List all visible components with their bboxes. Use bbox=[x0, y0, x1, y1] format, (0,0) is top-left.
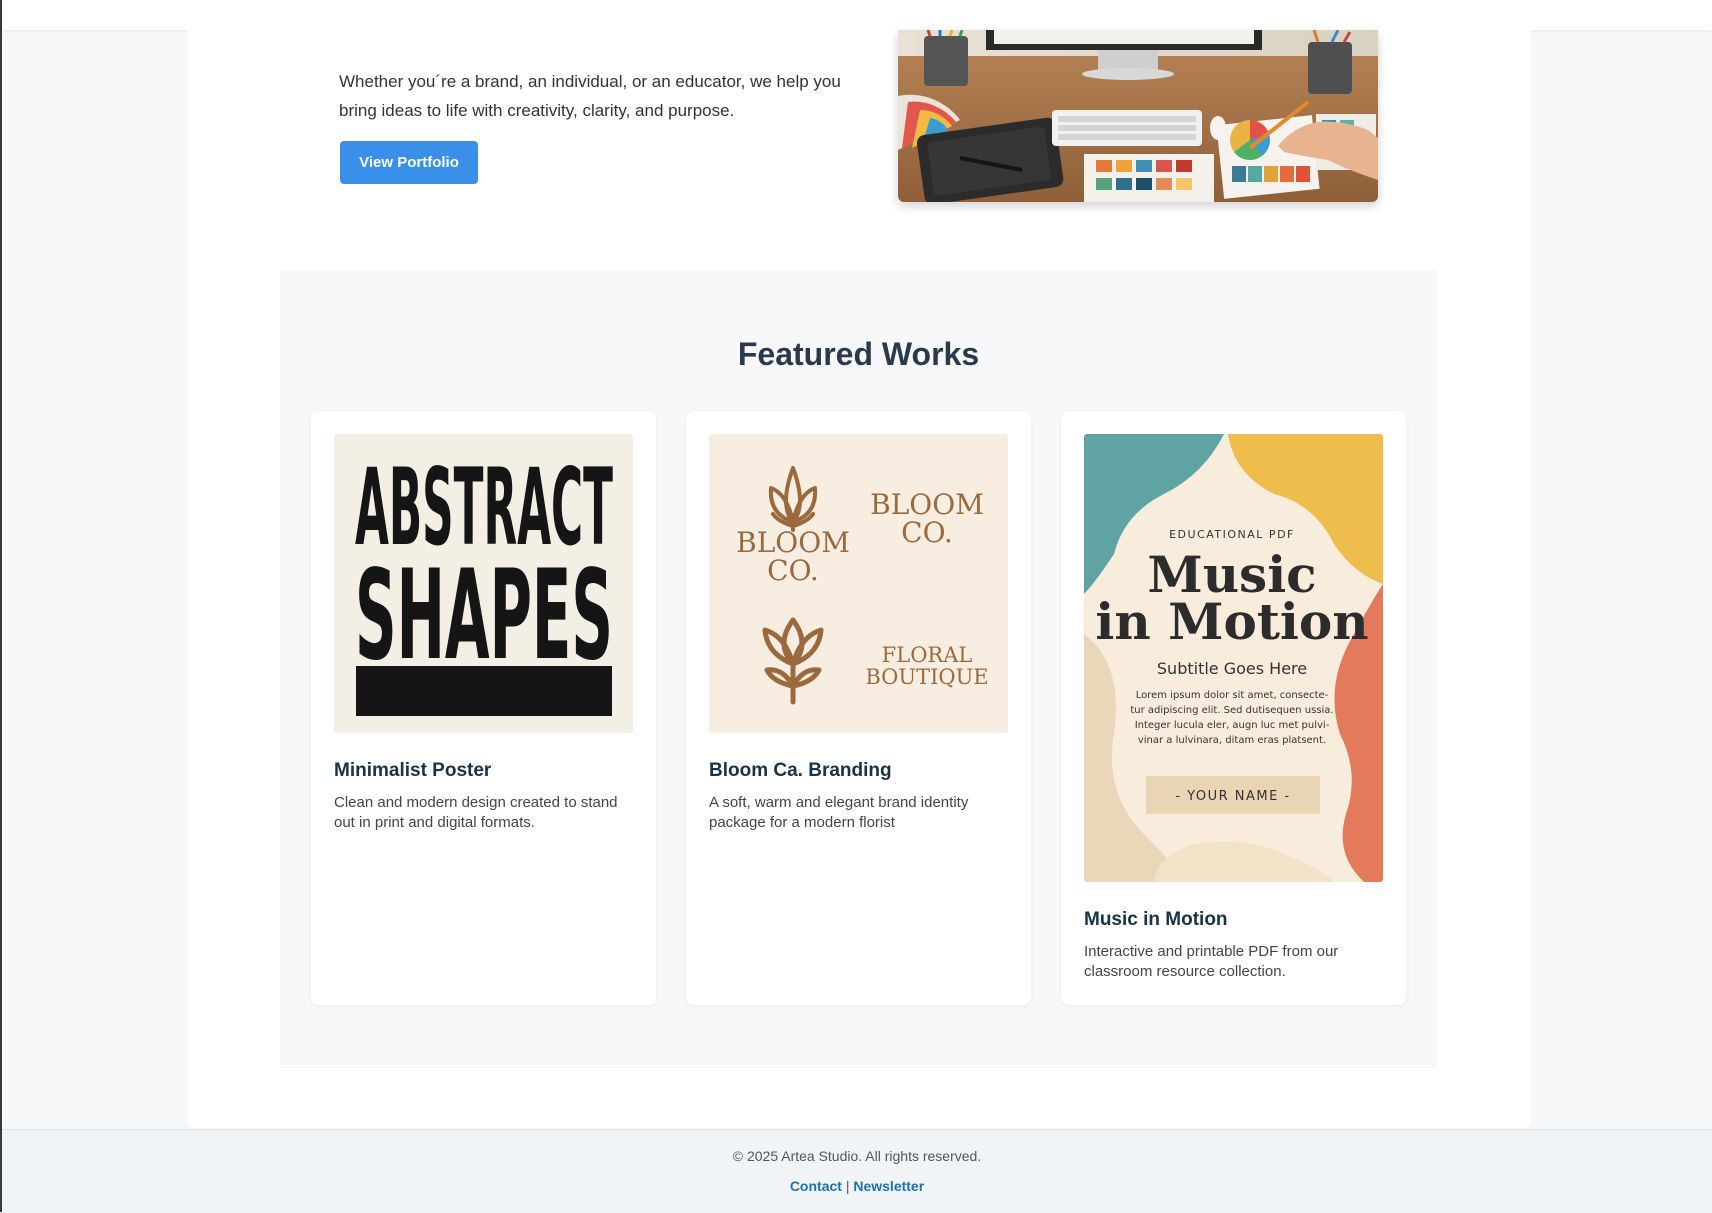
card-description: A soft, warm and elegant brand identity … bbox=[709, 794, 969, 831]
music-kicker: EDUCATIONAL PDF bbox=[1169, 528, 1295, 541]
card-description: Clean and modern design created to stand… bbox=[334, 794, 618, 831]
floral-logo-line1: FLORAL bbox=[882, 643, 973, 667]
bloom-branding-image: BLOOM CO. BLOOM CO. FLORAL BOUTIQUE bbox=[709, 434, 1008, 733]
card-title[interactable]: Bloom Ca. Branding bbox=[709, 760, 1009, 782]
card-title[interactable]: Minimalist Poster bbox=[334, 760, 634, 782]
music-body-line: Integer lucula eler, augn luc met pulvi- bbox=[1135, 720, 1330, 731]
bloom-logo-2-line2: CO. bbox=[901, 516, 953, 549]
music-body-line: vinar a lulvinara, ditam eras platsent. bbox=[1138, 735, 1326, 746]
featured-works-section: Featured Works ABSTRACT SHAPES Minimalis… bbox=[280, 270, 1437, 1068]
footer-separator: | bbox=[845, 1178, 850, 1194]
card-description: Interactive and printable PDF from our c… bbox=[1084, 943, 1339, 980]
window-edge bbox=[0, 0, 2, 1212]
minimalist-poster-image: ABSTRACT SHAPES bbox=[334, 434, 633, 733]
view-portfolio-button[interactable]: View Portfolio bbox=[340, 141, 478, 184]
music-headline-line2: in Motion bbox=[1095, 592, 1368, 651]
poster-black-bar bbox=[356, 666, 612, 716]
contact-link[interactable]: Contact bbox=[790, 1178, 842, 1194]
floral-logo-line2: BOUTIQUE bbox=[865, 665, 988, 689]
music-subtitle: Subtitle Goes Here bbox=[1157, 659, 1307, 678]
bloom-logo-1-line2: CO. bbox=[767, 554, 819, 587]
work-card-music-in-motion[interactable]: EDUCATIONAL PDF Music in Motion Subtitle… bbox=[1061, 411, 1406, 1005]
page-footer: © 2025 Artea Studio. All rights reserved… bbox=[2, 1129, 1712, 1213]
design-desk-photo-icon bbox=[898, 30, 1378, 202]
footer-links: Contact | Newsletter bbox=[2, 1178, 1712, 1194]
newsletter-link[interactable]: Newsletter bbox=[853, 1178, 924, 1194]
music-name-tag: - YOUR NAME - bbox=[1175, 789, 1290, 804]
hero-image bbox=[898, 30, 1378, 202]
featured-works-title: Featured Works bbox=[737, 336, 980, 372]
music-body-line: Lorem ipsum dolor sit amet, consecte- bbox=[1136, 690, 1329, 701]
work-card-bloom-branding[interactable]: BLOOM CO. BLOOM CO. FLORAL BOUTIQUE Bloo… bbox=[686, 411, 1031, 1005]
music-body-line: tur adipiscing elit. Sed dutisequen ussi… bbox=[1130, 705, 1333, 716]
card-title[interactable]: Music in Motion bbox=[1084, 909, 1384, 931]
work-card-minimalist-poster[interactable]: ABSTRACT SHAPES Minimalist Poster Clean … bbox=[311, 411, 656, 1005]
music-in-motion-image: EDUCATIONAL PDF Music in Motion Subtitle… bbox=[1084, 434, 1383, 882]
top-header-bar bbox=[2, 0, 1712, 30]
hero-description: Whether you´re a brand, an individual, o… bbox=[339, 72, 841, 120]
copyright-text: © 2025 Artea Studio. All rights reserved… bbox=[732, 1148, 982, 1164]
